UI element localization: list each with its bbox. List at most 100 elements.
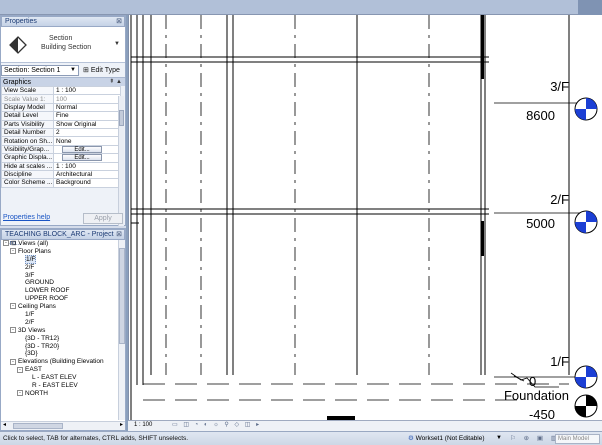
property-row[interactable]: Hide at scales ... 1 : 100 (1, 161, 121, 171)
scrollbar-thumb[interactable] (119, 110, 124, 126)
tree-item[interactable]: R - EAST ELEV (1, 382, 119, 390)
property-row[interactable]: Detail Level Fine (1, 111, 121, 121)
tree-item-label: EAST (25, 366, 42, 374)
application-top-strip (0, 0, 602, 15)
close-icon[interactable]: ⊠ (116, 230, 122, 239)
property-name: Discipline (1, 169, 54, 180)
property-group-header[interactable]: Graphics ⇞ ▲ (1, 77, 125, 86)
property-row[interactable]: Parts Visibility Show Original (1, 119, 121, 129)
browser-horizontal-scrollbar[interactable]: ◂ ▸ (1, 421, 125, 430)
model-selector[interactable]: Main Model (555, 434, 600, 444)
type-selector[interactable]: Section Building Section ▼ (1, 27, 125, 63)
tree-item[interactable]: - Elevations (Building Elevation (1, 358, 119, 366)
collapse-icon[interactable]: - (10, 303, 16, 310)
property-row[interactable]: View Scale 1 : 100 (1, 85, 121, 96)
tree-item[interactable]: -3D Views (1, 327, 119, 335)
properties-scrollbar[interactable] (118, 96, 124, 226)
drawing-canvas[interactable]: 3/F 8600 2/F 5000 1/F 0 Foundation -450 (128, 15, 602, 420)
level-marker-foundation[interactable] (574, 394, 598, 418)
tree-item[interactable]: {3D - TR20} (1, 343, 119, 351)
chevron-down-icon[interactable]: ▼ (114, 41, 120, 47)
property-row[interactable]: Visibility/Grap... Edit... (1, 144, 121, 155)
property-value[interactable]: Show Original (53, 119, 121, 129)
level-elevation-1f[interactable]: 0 (529, 374, 559, 389)
property-group-label: Graphics (3, 79, 32, 86)
chevron-down-icon[interactable]: ▼ (496, 432, 502, 445)
property-value[interactable]: 1 : 100 (53, 161, 121, 171)
property-row[interactable]: Discipline Architectural (1, 169, 121, 180)
property-name: View Scale (1, 85, 54, 96)
property-value[interactable]: Architectural (53, 169, 121, 180)
property-row[interactable]: Detail Number 2 (1, 127, 121, 138)
tree-item[interactable]: 2/F (1, 264, 119, 272)
level-marker-3f[interactable] (574, 97, 598, 121)
property-value[interactable]: 100 (53, 94, 121, 104)
property-value[interactable]: None (53, 136, 121, 146)
tree-item[interactable]: 2/F (1, 319, 119, 327)
tree-item-label: Ceiling Plans (18, 303, 56, 311)
scroll-right-icon[interactable]: ▸ (120, 421, 123, 428)
property-value[interactable]: Edit... (53, 153, 121, 163)
property-value[interactable]: 2 (53, 127, 121, 138)
tree-item[interactable]: - NORTH (1, 390, 119, 398)
property-value[interactable]: 1 : 100 (53, 85, 121, 96)
scroll-left-icon[interactable]: ◂ (3, 421, 6, 428)
tree-item[interactable]: LOWER ROOF (1, 287, 119, 295)
tree-item[interactable]: {3D} (1, 350, 119, 358)
edit-button[interactable]: Edit... (62, 154, 102, 161)
collapse-icon[interactable]: - (10, 327, 16, 334)
collapse-icon[interactable]: - (10, 358, 16, 365)
property-row[interactable]: Display Model Normal (1, 102, 121, 113)
tree-item[interactable]: - EAST (1, 366, 119, 374)
level-marker-2f[interactable] (574, 210, 598, 234)
scrollbar-thumb[interactable] (119, 248, 125, 344)
property-value[interactable]: Normal (53, 102, 121, 113)
tree-item[interactable]: 3/F (1, 272, 119, 280)
property-row[interactable]: Scale Value 1: 100 (1, 94, 121, 104)
level-marker-1f[interactable] (574, 365, 598, 389)
property-row[interactable]: Color Scheme ... Background (1, 178, 121, 188)
property-name: Rotation on Sh... (1, 136, 54, 146)
status-bar-icons[interactable]: ⚐ ⊕ ▣ ▥ (510, 432, 560, 445)
tree-item[interactable]: L - EAST ELEV (1, 374, 119, 382)
chevron-down-icon[interactable]: ▼ (70, 66, 76, 75)
property-value[interactable]: Edit... (53, 144, 121, 155)
tree-item[interactable]: - Floor Plans (1, 248, 119, 256)
tree-item[interactable]: - ⊡ Views (all) (1, 240, 119, 248)
edit-type-button[interactable]: ⊞ Edit Type (83, 65, 120, 76)
tree-item[interactable]: 1/F (1, 254, 119, 264)
tree-item[interactable]: 1/F (1, 311, 119, 319)
level-name-foundation[interactable]: Foundation (473, 388, 569, 403)
tree-item-label: 2/F (25, 263, 35, 271)
collapse-icon[interactable]: ⇞ ▲ (109, 78, 122, 87)
window-control[interactable] (578, 0, 602, 15)
instance-filter-dropdown[interactable]: Section: Section 1 ▼ (1, 65, 79, 76)
collapse-icon[interactable]: - (17, 366, 23, 373)
property-row[interactable]: Graphic Displa... Edit... (1, 153, 121, 163)
properties-help-link[interactable]: Properties help (3, 214, 50, 221)
edit-button[interactable]: Edit... (62, 146, 102, 153)
collapse-icon[interactable]: - (10, 248, 16, 255)
browser-scrollbar[interactable] (118, 240, 125, 420)
scrollbar-thumb[interactable] (13, 423, 63, 429)
close-icon[interactable]: ⊠ (116, 17, 122, 26)
property-value[interactable]: Background (53, 178, 121, 188)
level-name-2f[interactable]: 2/F (499, 192, 569, 207)
property-row[interactable]: Rotation on Sh... None (1, 136, 121, 146)
property-value[interactable]: Fine (53, 111, 121, 121)
view-control-icons[interactable]: ▭ ◫ ◔ ◐ ☼ ⚲ ◇ ◫ ▸ (172, 421, 261, 430)
tree-item[interactable]: UPPER ROOF (1, 295, 119, 303)
level-name-1f[interactable]: 1/F (499, 354, 569, 369)
collapse-icon[interactable]: - (3, 240, 9, 247)
level-elevation-2f[interactable]: 5000 (499, 216, 555, 231)
tree-item[interactable]: - Ceiling Plans (1, 303, 119, 311)
tree-item[interactable]: GROUND (1, 279, 119, 287)
level-elevation-foundation[interactable]: -450 (499, 407, 555, 420)
tree-item[interactable]: {3D - TR12} (1, 335, 119, 343)
workset-selector[interactable]: ⚙ Workset1 (Not Editable) (408, 434, 485, 443)
view-scale-control[interactable]: 1 : 100 (134, 421, 152, 430)
level-name-3f[interactable]: 3/F (499, 79, 569, 94)
collapse-icon[interactable]: - (17, 390, 23, 397)
level-elevation-3f[interactable]: 8600 (499, 108, 555, 123)
apply-button[interactable]: Apply (83, 213, 123, 224)
